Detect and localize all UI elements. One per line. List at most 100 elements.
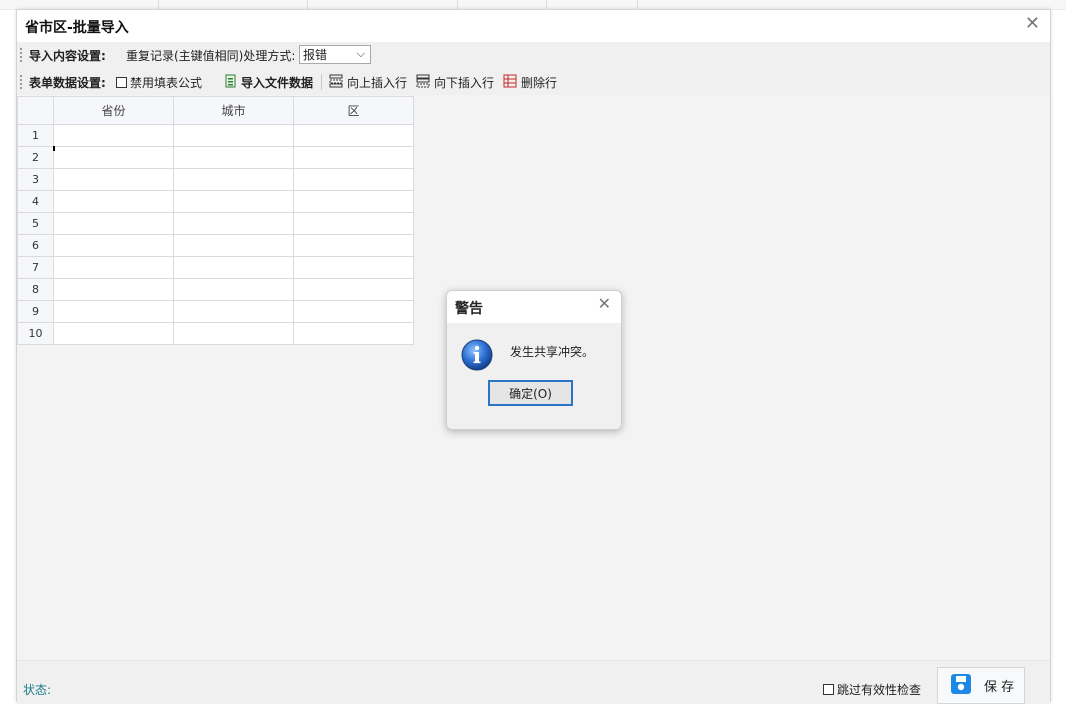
grid-cell[interactable] — [173, 124, 294, 147]
grid-cell[interactable] — [293, 300, 414, 323]
form-data-toolbar: 表单数据设置: 禁用填表公式 导入文件数据 向上插入行 向下插入行 删除行 — [17, 69, 1050, 95]
row-number: 3 — [17, 168, 54, 191]
row-number: 6 — [17, 234, 54, 257]
status-label: 状态: — [23, 683, 52, 697]
checkbox-box[interactable] — [823, 684, 834, 695]
window-titlebar: 省市区-批量导入 ✕ — [17, 10, 1050, 42]
table-row: 9 — [17, 300, 414, 323]
duplicate-handling-value: 报错 — [303, 48, 328, 62]
table-row: 4 — [17, 190, 414, 213]
import-file-label: 导入文件数据 — [241, 76, 314, 90]
grid-cell[interactable] — [173, 146, 294, 169]
insert-above-button[interactable]: 向上插入行 — [329, 74, 407, 91]
table-row: 2 — [17, 146, 414, 169]
chevron-down-icon: ⌵ — [356, 47, 365, 60]
row-number: 10 — [17, 322, 54, 345]
table-row: 5 — [17, 212, 414, 235]
grid-cell[interactable] — [173, 278, 294, 301]
table-row: 1 — [17, 124, 414, 147]
delete-row-label: 删除行 — [521, 76, 558, 90]
grid-cell[interactable] — [173, 168, 294, 191]
grid-cell[interactable] — [53, 212, 174, 235]
grid-cell[interactable] — [173, 300, 294, 323]
grid-cell[interactable] — [173, 190, 294, 213]
grid-cell[interactable] — [293, 146, 414, 169]
grid-cell[interactable] — [293, 124, 414, 147]
delete-row-button[interactable]: 删除行 — [503, 74, 557, 91]
import-data-grid: 省份 城市 区 1 2 3 4 5 6 7 8 9 10 — [17, 96, 414, 345]
column-header-province[interactable]: 省份 — [53, 96, 174, 125]
table-row: 10 — [17, 322, 414, 345]
dialog-title: 警告 — [455, 301, 483, 317]
save-label: 保 存 — [984, 680, 1015, 695]
row-number: 8 — [17, 278, 54, 301]
toolbar-divider — [321, 74, 322, 90]
grid-cell[interactable] — [293, 168, 414, 191]
grid-cell[interactable] — [293, 278, 414, 301]
table-row: 8 — [17, 278, 414, 301]
delete-row-icon — [503, 74, 517, 91]
grid-cell[interactable] — [173, 212, 294, 235]
row-number: 2 — [17, 146, 54, 169]
import-settings-toolbar: 导入内容设置: 重复记录(主键值相同)处理方式: 报错 ⌵ — [17, 42, 1050, 68]
column-header-city[interactable]: 城市 — [173, 96, 294, 125]
grid-cell[interactable] — [53, 124, 174, 147]
window-title: 省市区-批量导入 — [25, 20, 129, 36]
column-header-district[interactable]: 区 — [293, 96, 414, 125]
info-icon — [461, 339, 493, 374]
ok-button[interactable]: 确定(O) — [488, 380, 573, 406]
grid-cell[interactable] — [53, 322, 174, 345]
grid-cell[interactable] — [173, 234, 294, 257]
grid-cell[interactable] — [53, 234, 174, 257]
dialog-message: 发生共享冲突。 — [510, 345, 595, 359]
insert-below-icon — [416, 74, 430, 91]
save-icon — [950, 673, 972, 698]
table-row: 3 — [17, 168, 414, 191]
duplicate-handling-label: 重复记录(主键值相同)处理方式: — [126, 49, 296, 63]
grid-header-row: 省份 城市 区 — [17, 96, 414, 125]
row-number: 1 — [17, 124, 54, 147]
warning-dialog: 警告 ✕ 发生共享冲突。 确定(O) — [446, 290, 622, 430]
save-button[interactable]: 保 存 — [937, 667, 1025, 704]
grid-cell[interactable] — [293, 234, 414, 257]
skip-validation-label: 跳过有效性检查 — [837, 683, 922, 697]
grid-cell[interactable] — [53, 190, 174, 213]
grid-cell[interactable] — [293, 212, 414, 235]
table-row: 6 — [17, 234, 414, 257]
grid-cell[interactable] — [293, 256, 414, 279]
skip-validation-checkbox[interactable]: 跳过有效性检查 — [823, 681, 921, 698]
row-number: 4 — [17, 190, 54, 213]
grid-cell[interactable] — [53, 300, 174, 323]
grid-cell[interactable] — [173, 322, 294, 345]
form-data-settings-label: 表单数据设置: — [29, 76, 106, 90]
checkbox-box[interactable] — [116, 77, 127, 88]
insert-below-label: 向下插入行 — [434, 76, 495, 90]
import-file-button[interactable]: 导入文件数据 — [225, 74, 313, 91]
grid-cell[interactable] — [53, 278, 174, 301]
dialog-titlebar: 警告 ✕ — [447, 291, 621, 323]
insert-above-label: 向上插入行 — [347, 76, 408, 90]
disable-formula-checkbox[interactable]: 禁用填表公式 — [116, 74, 202, 91]
table-row: 7 — [17, 256, 414, 279]
disable-formula-label: 禁用填表公式 — [130, 76, 203, 90]
row-number: 5 — [17, 212, 54, 235]
grid-cell[interactable] — [173, 256, 294, 279]
import-file-icon — [225, 74, 237, 91]
grid-cell[interactable] — [53, 146, 174, 169]
grid-cell[interactable] — [53, 256, 174, 279]
close-icon[interactable]: ✕ — [1025, 13, 1040, 34]
close-icon[interactable]: ✕ — [598, 294, 611, 313]
grid-cell[interactable] — [53, 168, 174, 191]
insert-above-icon — [329, 74, 343, 91]
row-number: 9 — [17, 300, 54, 323]
grid-cell[interactable] — [293, 190, 414, 213]
insert-below-button[interactable]: 向下插入行 — [416, 74, 494, 91]
row-number-header — [17, 96, 54, 125]
grid-cell[interactable] — [293, 322, 414, 345]
duplicate-handling-select[interactable]: 报错 ⌵ — [299, 45, 371, 64]
toolbar-grip[interactable] — [20, 75, 22, 89]
toolbar-grip[interactable] — [20, 48, 22, 62]
import-settings-label: 导入内容设置: — [29, 49, 106, 63]
status-bar: 状态: 跳过有效性检查 保 存 — [17, 660, 1050, 704]
row-number: 7 — [17, 256, 54, 279]
